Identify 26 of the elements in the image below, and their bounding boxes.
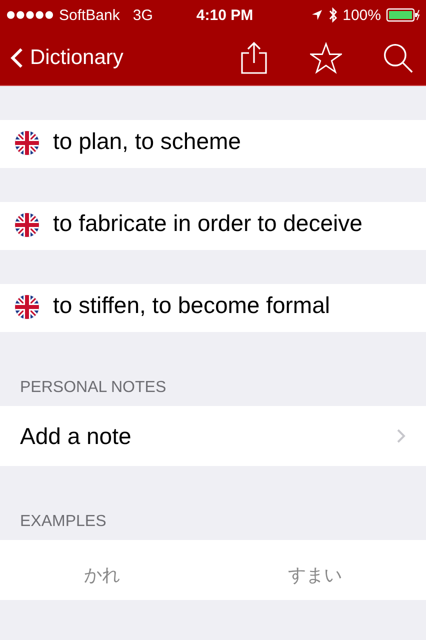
add-note-row[interactable]: Add a note xyxy=(0,406,426,466)
status-time: 4:10 PM xyxy=(196,6,254,24)
back-button[interactable]: Dictionary xyxy=(10,46,124,70)
section-header: PERSONAL NOTES xyxy=(20,379,166,397)
signal-icon xyxy=(6,10,54,20)
chevron-left-icon xyxy=(10,47,24,69)
network-type: 3G xyxy=(132,6,153,24)
meaning-text: to fabricate in order to deceive xyxy=(53,209,364,238)
carrier-name: SoftBank xyxy=(59,6,120,24)
share-icon[interactable] xyxy=(238,41,270,75)
meaning-text: to stiffen, to become formal xyxy=(53,291,331,320)
star-icon[interactable] xyxy=(310,41,342,75)
search-icon[interactable] xyxy=(382,41,414,75)
add-note-label: Add a note xyxy=(20,422,132,450)
example-word[interactable]: すまい xyxy=(288,563,342,587)
example-word[interactable]: かれ xyxy=(84,563,120,587)
battery-percent: 100% xyxy=(342,6,381,24)
meaning-text: to plan, to scheme xyxy=(53,127,242,156)
chevron-right-icon xyxy=(396,428,406,444)
flag-icon xyxy=(15,213,39,237)
location-icon xyxy=(310,9,323,21)
flag-icon xyxy=(15,295,39,319)
section-header: EXAMPLES xyxy=(20,513,106,531)
bluetooth-icon xyxy=(328,7,338,23)
battery-icon xyxy=(386,8,420,22)
flag-icon xyxy=(15,131,39,155)
